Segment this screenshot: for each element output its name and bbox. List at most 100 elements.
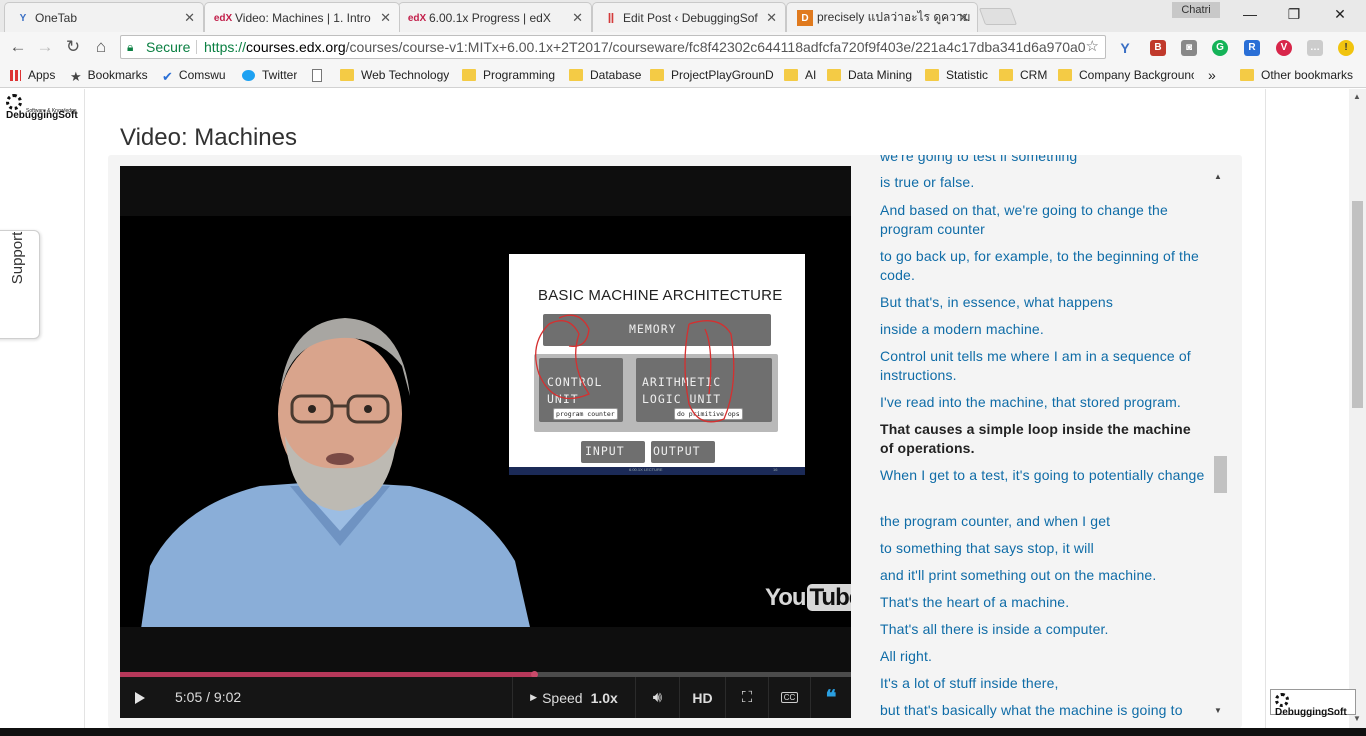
transcript-line[interactable]: That's the heart of a machine.: [880, 593, 1205, 612]
transcript-line[interactable]: to something that says stop, it will: [880, 539, 1205, 558]
close-tab-icon[interactable]: ✕: [958, 10, 969, 26]
support-label: Support: [9, 231, 26, 285]
chat-extension-icon[interactable]: …: [1307, 40, 1323, 56]
bookmark-folder-data-mining[interactable]: Data Mining: [827, 67, 912, 83]
divider: [196, 40, 197, 54]
transcript-line[interactable]: It's a lot of stuff inside there,: [880, 674, 1205, 693]
transcript-line[interactable]: All right.: [880, 647, 1205, 666]
address-bar[interactable]: 🔒︎ Secure https://courses.edx.org/course…: [120, 35, 1106, 59]
pause-icon: ‖: [607, 10, 615, 26]
close-tab-icon[interactable]: ✕: [184, 10, 195, 26]
profile-button[interactable]: Chatri: [1172, 2, 1220, 18]
transcript-scrollbar-thumb[interactable]: [1214, 456, 1227, 493]
folder-icon: [569, 69, 583, 81]
bookmark-folder-company-background[interactable]: Company Backgrounc: [1058, 67, 1194, 83]
restore-button[interactable]: ❐: [1272, 4, 1316, 24]
page-icon: [312, 68, 322, 82]
vivaldi-extension-icon[interactable]: V: [1276, 40, 1292, 56]
closed-captions-button[interactable]: CC: [768, 677, 810, 718]
transcript-line[interactable]: But that's, in essence, what happens: [880, 293, 1205, 312]
transcript-line[interactable]: I've read into the machine, that stored …: [880, 393, 1205, 412]
page-scrollbar[interactable]: ▲ ▼: [1349, 89, 1366, 728]
bookmarks-bar: Apps ★ Bookmarks ✔ Comswu Twitter Web Tech…: [0, 62, 1366, 88]
bookmark-comswu[interactable]: ✔ Comswu: [162, 67, 226, 83]
star-icon: ★: [70, 69, 82, 83]
fullscreen-button[interactable]: ⛶: [725, 677, 768, 718]
support-tab[interactable]: Support: [0, 230, 40, 339]
transcript-line[interactable]: That's all there is inside a computer.: [880, 620, 1205, 639]
speed-button[interactable]: ▶ Speed 1.0x: [512, 677, 635, 718]
page-scrollbar-thumb[interactable]: [1352, 201, 1363, 408]
tab-progress[interactable]: edX 6.00.1x Progress | edX ✕: [398, 2, 592, 32]
video-controls: 5:05 / 9:02 ▶ Speed 1.0x 🔊︎ HD ⛶ CC ❝: [120, 677, 851, 718]
onetab-extension-icon[interactable]: Y: [1117, 40, 1133, 56]
taskbar: [0, 728, 1366, 736]
close-tab-icon[interactable]: ✕: [766, 10, 777, 26]
transcript-line-current[interactable]: That causes a simple loop inside the mac…: [880, 420, 1205, 458]
close-window-button[interactable]: ✕: [1318, 4, 1362, 24]
transcript-line[interactable]: is true or false.: [880, 173, 1205, 192]
pocket-extension-icon[interactable]: R: [1244, 40, 1260, 56]
bookmark-folder-ai[interactable]: AI: [784, 67, 816, 83]
video-player[interactable]: BASIC MACHINE ARCHITECTURE MEMORY CONTRO…: [120, 166, 851, 718]
annotation-scribbles: [535, 314, 735, 423]
tab-onetab[interactable]: Y OneTab ✕: [4, 2, 204, 32]
tab-dictionary[interactable]: D precisely แปลว่าอะไร ดูความ ✕: [786, 2, 978, 32]
bookmark-apps[interactable]: Apps: [10, 67, 55, 83]
bookmark-folder-database[interactable]: Database: [569, 67, 641, 83]
close-tab-icon[interactable]: ✕: [380, 10, 391, 26]
bookmark-folder-statistic[interactable]: Statistic: [925, 67, 988, 83]
tab-video-machines[interactable]: edX Video: Machines | 1. Intro ✕: [204, 2, 400, 32]
reader-extension-icon[interactable]: B: [1150, 40, 1166, 56]
video-frame[interactable]: BASIC MACHINE ARCHITECTURE MEMORY CONTRO…: [120, 216, 851, 627]
transcript-line[interactable]: and it'll print something out on the mac…: [880, 566, 1205, 585]
bookmark-star-icon[interactable]: ☆: [1086, 36, 1099, 58]
bookmark-folder-web-technology[interactable]: Web Technology: [340, 67, 449, 83]
bookmark-folder-programming[interactable]: Programming: [462, 67, 555, 83]
bookmark-folder-crm[interactable]: CRM: [999, 67, 1047, 83]
tab-strip: Y OneTab ✕ edX Video: Machines | 1. Intr…: [0, 0, 1366, 32]
volume-button[interactable]: 🔊︎: [635, 677, 679, 718]
transcript-panel[interactable]: we're going to test if something is true …: [868, 155, 1214, 728]
transcript-line[interactable]: When I get to a test, it's going to pote…: [880, 466, 1205, 485]
scroll-up-icon[interactable]: ▲: [1353, 92, 1361, 101]
bookmark-bookmarks[interactable]: ★ Bookmarks: [70, 67, 148, 83]
transcript-scroll-down-icon[interactable]: ▼: [1214, 706, 1222, 715]
youtube-logo[interactable]: YouTube: [765, 584, 851, 612]
transcript-scroll-up-icon[interactable]: ▲: [1214, 172, 1222, 181]
folder-icon: [340, 69, 354, 81]
page-content: DebuggingSoft Software & Knowledge Suppo…: [0, 89, 1366, 728]
bookmark-page[interactable]: [312, 67, 329, 83]
other-bookmarks[interactable]: Other bookmarks: [1240, 67, 1353, 83]
transcript-line[interactable]: to go back up, for example, to the begin…: [880, 247, 1205, 285]
transcript-line[interactable]: And based on that, we're going to change…: [880, 201, 1205, 239]
minimize-button[interactable]: —: [1228, 4, 1272, 24]
reload-button[interactable]: ↻: [63, 37, 83, 57]
hd-button[interactable]: HD: [679, 677, 725, 718]
new-tab-button[interactable]: [978, 8, 1018, 25]
forward-button[interactable]: →: [35, 37, 55, 57]
transcript-line[interactable]: but that's basically what the machine is…: [880, 701, 1205, 720]
bookmark-folder-projectplayground[interactable]: ProjectPlayGrounD: [650, 67, 774, 83]
transcript-toggle-button[interactable]: ❝: [810, 677, 851, 718]
grammarly-extension-icon[interactable]: G: [1212, 40, 1228, 56]
alert-extension-icon[interactable]: !: [1338, 40, 1354, 56]
transcript-line[interactable]: we're going to test if something: [880, 155, 1205, 166]
onetab-icon: Y: [19, 12, 27, 24]
scroll-down-icon[interactable]: ▼: [1353, 714, 1361, 723]
back-button[interactable]: ←: [8, 37, 28, 57]
twitter-icon: [242, 69, 255, 81]
close-tab-icon[interactable]: ✕: [572, 10, 583, 26]
play-button[interactable]: [120, 677, 160, 718]
bookmark-twitter[interactable]: Twitter: [242, 67, 297, 83]
folder-icon: [999, 69, 1013, 81]
bookmarks-overflow-chevron-icon[interactable]: »: [1208, 67, 1216, 83]
transcript-line[interactable]: Control unit tells me where I am in a se…: [880, 347, 1205, 385]
transcript-line[interactable]: inside a modern machine.: [880, 320, 1205, 339]
transcript-line[interactable]: the program counter, and when I get: [880, 512, 1205, 531]
home-button[interactable]: ⌂: [91, 37, 111, 57]
tab-edit-post[interactable]: ‖ Edit Post ‹ DebuggingSof ✕: [592, 2, 786, 32]
camera-extension-icon[interactable]: ◙: [1181, 40, 1197, 56]
tab-title: 6.00.1x Progress | edX: [429, 10, 551, 25]
debuggingsoft-logo: DebuggingSoft Software & Knowledge: [6, 94, 92, 121]
